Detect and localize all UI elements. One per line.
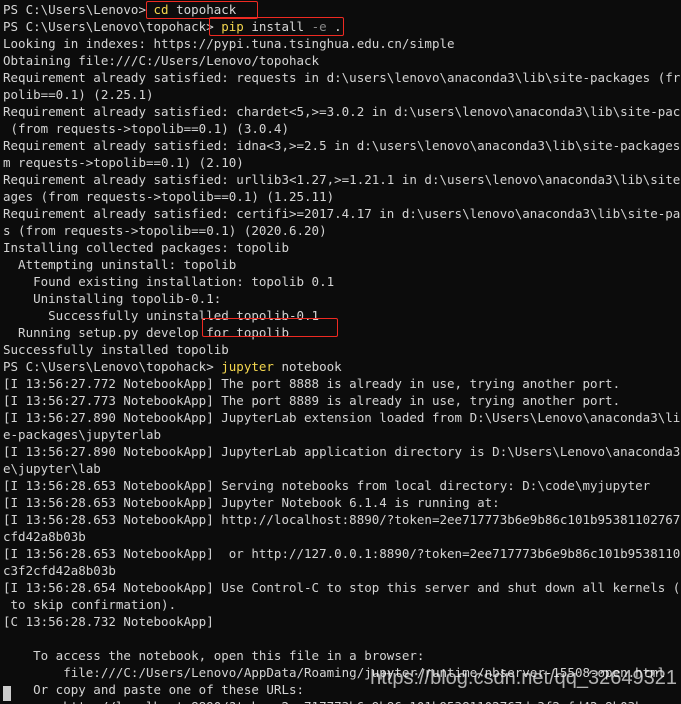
- csdn-watermark: https://blog.csdn.net/qq_32649321: [370, 667, 677, 689]
- terminal-log-line: [I 13:56:27.773 NotebookApp] The port 88…: [3, 393, 621, 408]
- terminal-log-line: c3f2cfd42a8b03b: [3, 563, 116, 578]
- command-pip: pip: [221, 19, 244, 34]
- spacer-1: [146, 2, 154, 17]
- terminal-log-line: cfd42a8b03b: [3, 529, 86, 544]
- terminal-log-line: [I 13:56:28.653 NotebookApp] or http://1…: [3, 546, 681, 561]
- terminal-log-line: [I 13:56:27.890 NotebookApp] JupyterLab …: [3, 444, 681, 459]
- pip-output-block: Looking in indexes: https://pypi.tuna.ts…: [1, 35, 681, 358]
- terminal-output-line: Found existing installation: topolib 0.1: [3, 274, 335, 289]
- terminal-log-line: [I 13:56:28.653 NotebookApp] Serving not…: [3, 478, 651, 493]
- terminal-output-line: s (from requests->topolib==0.1) (2020.6.…: [3, 223, 327, 238]
- command-pip-args2: .: [326, 19, 342, 34]
- terminal-output-line: polib==0.1) (2.25.1): [3, 87, 154, 102]
- command-jupyter-args: notebook: [273, 359, 342, 374]
- command-cd-args: topohack: [168, 2, 237, 17]
- terminal-log-line: [I 13:56:28.653 NotebookApp] http://loca…: [3, 512, 681, 527]
- terminal-output-line: Successfully installed topolib: [3, 342, 229, 357]
- terminal-output-line: Attempting uninstall: topolib: [3, 257, 237, 272]
- terminal-output-line: Requirement already satisfied: urllib3<1…: [3, 172, 681, 187]
- prompt-2: PS C:\Users\Lenovo\topohack>: [3, 19, 214, 34]
- terminal-output-line: (from requests->topolib==0.1) (3.0.4): [3, 121, 289, 136]
- terminal-output-line: Requirement already satisfied: idna<3,>=…: [3, 138, 681, 153]
- terminal-log-line: [I 13:56:28.654 NotebookApp] Use Control…: [3, 580, 681, 595]
- terminal-output-line: Looking in indexes: https://pypi.tuna.ts…: [3, 36, 455, 51]
- command-pip-flag: -e: [311, 19, 327, 34]
- prompt-1: PS C:\Users\Lenovo>: [3, 2, 146, 17]
- terminal-log-line: e\jupyter\lab: [3, 461, 101, 476]
- terminal-log-line: [1, 630, 681, 647]
- terminal-output-line: ages (from requests->topolib==0.1) (1.25…: [3, 189, 335, 204]
- terminal-window[interactable]: PS C:\Users\Lenovo> cd topohack PS C:\Us…: [0, 0, 681, 704]
- notebook-log-block: [I 13:56:27.772 NotebookApp] The port 88…: [1, 375, 681, 704]
- terminal-output-line: Obtaining file:///C:/Users/Lenovo/topoha…: [3, 53, 320, 68]
- command-jupyter: jupyter: [221, 359, 274, 374]
- terminal-log-line: [I 13:56:27.772 NotebookApp] The port 88…: [3, 376, 621, 391]
- block-cursor: [3, 686, 11, 701]
- terminal-log-line: [I 13:56:27.890 NotebookApp] JupyterLab …: [3, 410, 681, 425]
- terminal-log-line: [C 13:56:28.732 NotebookApp]: [3, 614, 214, 629]
- terminal-output-line: Requirement already satisfied: requests …: [3, 70, 681, 85]
- terminal-log-line: to skip confirmation).: [3, 597, 177, 612]
- terminal-output-line: Requirement already satisfied: certifi>=…: [3, 206, 681, 221]
- terminal-output-line: m requests->topolib==0.1) (2.10): [3, 155, 244, 170]
- prompt-3: PS C:\Users\Lenovo\topohack>: [3, 359, 214, 374]
- terminal-log-line: e-packages\jupyterlab: [3, 427, 162, 442]
- command-cd: cd: [153, 2, 169, 17]
- terminal-output-line: Running setup.py develop for topolib: [3, 325, 289, 340]
- terminal-output-line: Installing collected packages: topolib: [3, 240, 289, 255]
- command-line-cd: PS C:\Users\Lenovo> cd topohack: [1, 1, 681, 18]
- terminal-log-line: [I 13:56:28.653 NotebookApp] Jupyter Not…: [3, 495, 500, 510]
- command-pip-args1: install: [243, 19, 312, 34]
- command-line-pip: PS C:\Users\Lenovo\topohack> pip install…: [1, 18, 681, 35]
- terminal-log-line: http://localhost:8890/?token=2ee717773b6…: [1, 698, 681, 704]
- command-line-jupyter: PS C:\Users\Lenovo\topohack> jupyter not…: [1, 358, 681, 375]
- terminal-output-line: Uninstalling topolib-0.1:: [3, 291, 222, 306]
- terminal-log-line: To access the notebook, open this file i…: [3, 648, 425, 663]
- terminal-output-line: Successfully uninstalled topolib-0.1: [3, 308, 320, 323]
- terminal-output-line: Requirement already satisfied: chardet<5…: [3, 104, 681, 119]
